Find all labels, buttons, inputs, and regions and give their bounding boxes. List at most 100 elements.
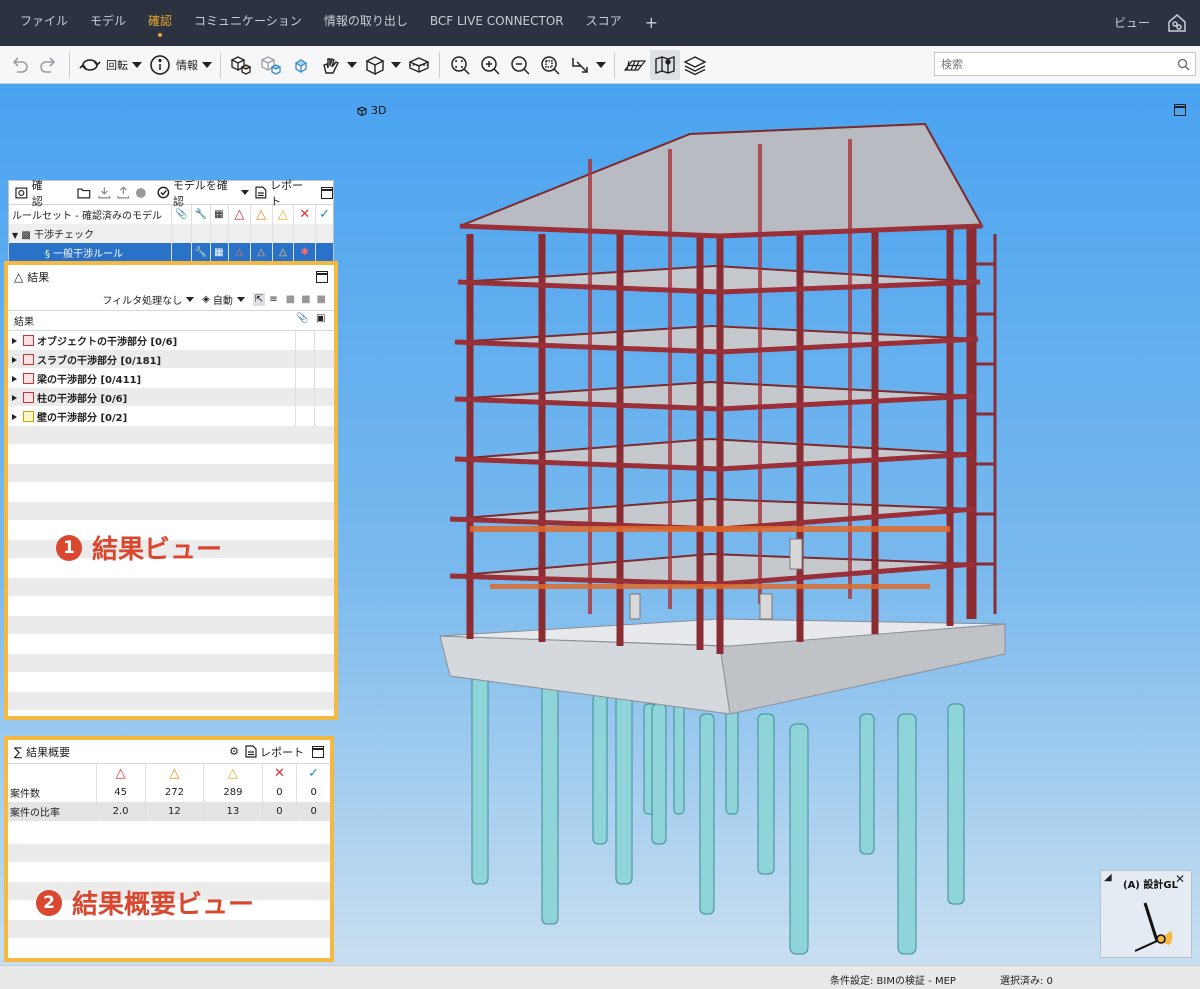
result-row[interactable]: 壁の干渉部分 [0/2] [8,407,334,426]
hide-button[interactable] [286,50,316,80]
auto-dropdown[interactable]: 自動 [213,292,233,307]
folder-icon[interactable]: ■ [317,294,326,305]
rotate-button[interactable]: 回転 [75,50,145,80]
menu-extract-info[interactable]: 情報の取り出し [313,0,419,46]
summary-row-ratio: 案件の比率 2.0 12 13 0 0 [8,802,330,821]
menu-bcf-live-connector[interactable]: BCF LIVE CONNECTOR [419,0,575,46]
select-results-icon[interactable]: ⇱ [252,293,266,306]
menu-model[interactable]: モデル [79,0,137,46]
close-icon[interactable]: ✕ [1175,872,1185,886]
expand-icon[interactable] [12,356,17,363]
menu-communication[interactable]: コミュニケーション [183,0,313,46]
callout-number: 1 [56,534,82,561]
search-input[interactable] [934,52,1196,76]
maximize-icon[interactable] [1174,104,1186,116]
menu-file[interactable]: ファイル [0,0,79,46]
map-button[interactable] [650,49,680,80]
folder-icon[interactable]: ■ [286,294,295,305]
folder-icon[interactable]: ■ [301,294,310,305]
wrench-icon[interactable]: 🔧 [191,243,212,262]
rule-row-selected[interactable]: § 一般干渉ルール 🔧 ▦ △ △ △ ✱ [9,243,333,262]
paperclip-icon: 📎 [296,313,309,324]
check-panel-icon [15,187,28,199]
filter-dropdown[interactable]: フィルタ処理なし [102,292,182,307]
import-icon[interactable] [98,186,111,199]
view-menu[interactable]: ビュー [1106,2,1158,44]
chevron-down-icon[interactable] [186,297,195,302]
zoom-out-button[interactable] [505,50,535,80]
expand-icon[interactable] [12,375,17,382]
moderate-icon: △ [203,764,263,783]
critical-icon: △ [96,764,146,783]
ruleset-column-header: ルールセット - 確認済みのモデル [9,205,173,224]
measure-button[interactable] [565,50,609,80]
panel-maximize-icon[interactable] [312,745,324,758]
map-icon [655,55,675,74]
add-tab-button[interactable]: + [633,2,670,44]
undo-button[interactable] [4,50,34,80]
menu-score[interactable]: スコア [575,0,633,46]
approved-icon: ✓ [308,766,320,781]
export-icon[interactable] [117,186,130,199]
isolate-button[interactable] [256,50,286,80]
report-button[interactable]: レポート [270,177,313,209]
report-icon [245,745,257,758]
navigation-widget[interactable]: ◢ (A) 設計GL ✕ [1100,870,1192,958]
expand-icon[interactable] [12,337,17,344]
callout-text: 結果ビュー [92,535,223,565]
ruleset-label: 干渉チェック [33,230,94,241]
results-filter-bar: フィルタ処理なし ◈ 自動 ⇱ ≡ ■ ■ ■ [8,289,334,311]
search-icon[interactable] [1177,58,1190,71]
undo-icon [12,56,28,73]
summary-row-count: 案件数 45 272 289 0 0 [8,783,330,802]
select-tool-button[interactable] [316,50,360,80]
sigma-icon: ∑ [14,744,23,759]
chevron-down-icon[interactable] [241,190,250,195]
summary-header-row: △ △ △ ✕ ✓ [8,764,330,783]
view-cube-button[interactable] [360,50,404,80]
summary-view-callout: 2 結果概要ビュー [36,884,254,921]
list-icon[interactable]: ≡ [269,294,277,305]
zoom-window-button[interactable] [535,50,565,80]
info-button[interactable]: 情報 [145,50,215,80]
settings-icon[interactable]: ⚙ [229,745,239,758]
menu-check[interactable]: 確認 [137,0,183,46]
moderate-icon [23,411,34,422]
folder-icon[interactable] [77,187,91,199]
selection-status: 選択済み: 0 [1000,976,1053,987]
table-icon[interactable]: ▦ [210,243,229,262]
check-model-button[interactable]: モデルを確認 [173,177,238,209]
stop-icon[interactable] [135,187,147,199]
building-model[interactable] [430,114,1020,964]
panel-maximize-icon[interactable] [321,186,333,199]
report-button[interactable]: レポート [260,744,304,760]
redo-button[interactable] [34,50,64,80]
chevron-down-icon [347,61,357,68]
check-model-icon [157,186,170,199]
status-bar: 条件設定: BIMの検証 - MEP 選択済み: 0 [0,965,1200,989]
rejected-icon: ✕ [262,764,298,783]
info-icon [150,54,170,75]
chevron-down-icon[interactable] [236,297,245,302]
result-row[interactable]: スラブの干渉部分 [0/181] [8,350,334,369]
panel-maximize-icon[interactable] [316,271,328,283]
layers-button[interactable] [680,50,710,80]
ruleset-row[interactable]: ▼ ▩ 干渉チェック [9,224,333,243]
result-row[interactable]: 梁の干渉部分 [0/411] [8,369,334,388]
zoom-in-button[interactable] [475,50,505,80]
callout-number: 2 [36,889,62,916]
select-cube-button[interactable] [226,50,256,80]
critical-icon: △ [228,243,251,262]
cube-icon [356,105,368,116]
section-button[interactable] [404,50,434,80]
zoom-window-icon [541,55,560,75]
grid-plane-button[interactable] [620,50,650,80]
zoom-fit-button[interactable] [445,50,475,80]
expand-icon[interactable] [12,413,17,420]
result-row[interactable]: オブジェクトの干渉部分 [0/6] [8,331,334,350]
focus-icon: ▣ [316,313,326,324]
home-icon[interactable] [1166,12,1188,34]
expand-icon[interactable] [12,394,17,401]
result-row[interactable]: 柱の干渉部分 [0/6] [8,388,334,407]
collapse-icon[interactable]: ◢ [1104,872,1112,883]
